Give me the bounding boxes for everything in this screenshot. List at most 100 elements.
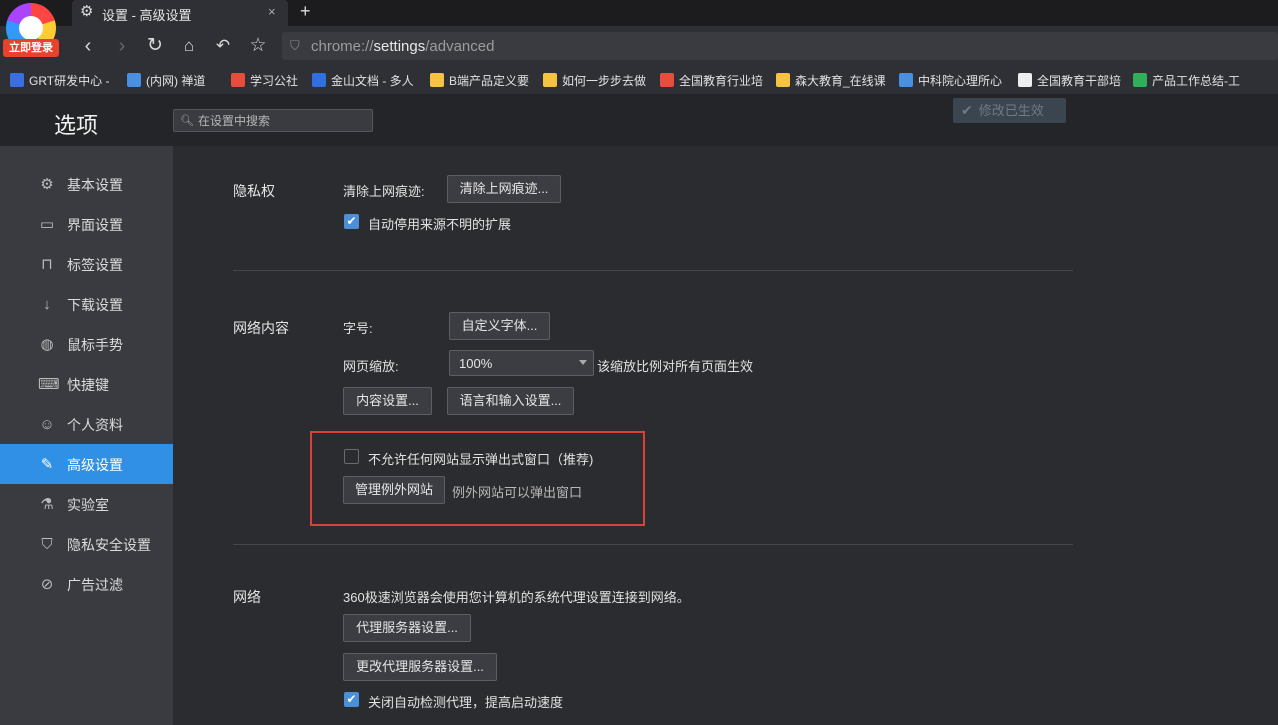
shield-icon: ⛉: [41, 536, 53, 553]
settings-header: 选项 🔍︎ ✔ 修改已生效: [0, 94, 1278, 146]
page-zoom-hint: 该缩放比例对所有页面生效: [597, 359, 754, 374]
bookmark-label: 金山文档 - 多人: [331, 74, 414, 88]
bookmark-favicon-icon: [312, 73, 326, 87]
bookmark-favicon-icon: [899, 73, 913, 87]
change-proxy-settings-button[interactable]: 更改代理服务器设置...: [343, 653, 497, 681]
bookmark-item[interactable]: 全国教育行业培: [660, 72, 768, 88]
page-title: 选项: [54, 113, 99, 138]
page-zoom-value: 100%: [459, 356, 493, 371]
bookmark-favicon-icon: [543, 73, 557, 87]
favorite-star-icon[interactable]: ☆: [246, 34, 270, 58]
sidebar-item-label: 基本设置: [67, 177, 123, 193]
bookmarks-bar: GRT研发中心 - (内网) 禅道 学习公社 金山文档 - 多人 B端产品定义要 如何一步…: [0, 66, 1278, 94]
bookmark-favicon-icon: [1133, 73, 1147, 87]
divider: [233, 544, 1073, 545]
new-tab-button[interactable]: +: [300, 1, 311, 22]
bookmark-item[interactable]: (内网) 禅道: [127, 72, 222, 88]
bookmark-label: 产品工作总结-工: [1152, 74, 1240, 88]
forward-icon[interactable]: ›: [110, 34, 134, 58]
security-shield-icon: ⛉: [290, 38, 300, 53]
undo-close-icon[interactable]: ↶: [211, 34, 235, 58]
bookmark-favicon-icon: [10, 73, 24, 87]
manage-exceptions-button[interactable]: 管理例外网站: [343, 476, 445, 504]
bookmark-item[interactable]: 产品工作总结-工: [1133, 72, 1243, 88]
wrench-icon: ✎: [40, 456, 54, 473]
home-icon[interactable]: ⌂: [177, 34, 201, 58]
bookmark-label: B端产品定义要: [449, 74, 530, 88]
block-icon: ⊘: [40, 576, 54, 593]
bookmark-favicon-icon: [660, 73, 674, 87]
sidebar-item[interactable]: ⚗ 实验室: [0, 484, 173, 524]
sidebar-item-label: 下载设置: [67, 297, 123, 313]
clear-history-button[interactable]: 清除上网痕迹...: [447, 175, 561, 203]
sidebar-item[interactable]: ⚙ 基本设置: [0, 164, 173, 204]
bookmark-item[interactable]: 如何一步步去做: [543, 72, 651, 88]
web-content-section-title: 网络内容: [233, 320, 289, 336]
divider: [233, 270, 1073, 271]
sidebar-item[interactable]: ↓ 下载设置: [0, 284, 173, 324]
bookmark-favicon-icon: [231, 73, 245, 87]
flask-icon: ⚗: [40, 496, 54, 513]
disable-auto-detect-proxy-checkbox[interactable]: ✔: [344, 692, 359, 707]
sidebar-item-label: 标签设置: [67, 257, 123, 273]
window-icon: ▭: [39, 216, 55, 233]
block-popups-checkbox[interactable]: [344, 449, 359, 464]
bookmark-item[interactable]: 学习公社: [231, 72, 305, 88]
bookmark-item[interactable]: 全国教育干部培: [1018, 72, 1124, 88]
search-input[interactable]: [198, 112, 368, 129]
sidebar-item[interactable]: ⊘ 广告过滤: [0, 564, 173, 604]
block-popups-label: 不允许任何网站显示弹出式窗口（推荐): [368, 452, 594, 467]
bookmark-item[interactable]: GRT研发中心 -: [10, 72, 120, 88]
settings-search[interactable]: 🔍︎: [173, 109, 373, 132]
bookmark-item[interactable]: 金山文档 - 多人: [312, 72, 422, 88]
sidebar-item[interactable]: ◍ 鼠标手势: [0, 324, 173, 364]
tab-title: 设置 - 高级设置: [102, 8, 192, 23]
auto-disable-extensions-checkbox[interactable]: ✔: [344, 214, 359, 229]
tab-close-button[interactable]: ×: [268, 4, 276, 19]
clear-history-label: 清除上网痕迹:: [343, 184, 425, 199]
sidebar-item[interactable]: ⌨ 快捷键: [0, 364, 173, 404]
font-size-label: 字号:: [343, 321, 373, 336]
bookmark-item[interactable]: 森大教育_在线课: [776, 72, 888, 88]
gear-icon: ⚙: [80, 3, 94, 20]
privacy-section-title: 隐私权: [233, 183, 275, 199]
login-badge[interactable]: 立即登录: [3, 39, 59, 57]
tab-bar: ⚙ 设置 - 高级设置 × +: [0, 0, 1278, 26]
address-bar[interactable]: ⛉ chrome://settings/advanced: [282, 32, 1278, 60]
network-description: 360极速浏览器会使用您计算机的系统代理设置连接到网络。: [343, 590, 690, 605]
sidebar-item[interactable]: ☺ 个人资料: [0, 404, 173, 444]
sidebar-item-label: 高级设置: [67, 457, 123, 473]
bookmark-label: GRT研发中心 -: [29, 74, 110, 88]
bookmark-item[interactable]: B端产品定义要: [430, 72, 535, 88]
reload-icon[interactable]: ↻: [143, 34, 167, 58]
disable-auto-detect-proxy-label: 关闭自动检测代理，提高启动速度: [368, 695, 564, 710]
page-zoom-label: 网页缩放:: [343, 359, 399, 374]
sidebar-item-label: 广告过滤: [67, 577, 123, 593]
bookmark-label: 中科院心理所心: [918, 74, 1003, 88]
custom-font-button[interactable]: 自定义字体...: [449, 312, 550, 340]
changes-applied-button: ✔ 修改已生效: [953, 98, 1066, 123]
back-icon[interactable]: ‹: [76, 34, 100, 58]
page-zoom-select[interactable]: 100%: [449, 350, 594, 376]
sidebar-item[interactable]: ⊓ 标签设置: [0, 244, 173, 284]
proxy-settings-button[interactable]: 代理服务器设置...: [343, 614, 471, 642]
bookmark-label: 全国教育干部培: [1037, 74, 1122, 88]
bookmark-item[interactable]: 中科院心理所心: [899, 72, 1009, 88]
bookmark-favicon-icon: [1018, 73, 1032, 87]
settings-main: 隐私权 清除上网痕迹: 清除上网痕迹... ✔ 自动停用来源不明的扩展 网络内容…: [173, 146, 1278, 725]
sidebar: ⚙ 基本设置 ▭ 界面设置 ⊓ 标签设置 ↓ 下载设置 ◍ 鼠标手势 ⌨ 快捷键 ☺ 个人资料 ✎ 高级设置 ⚗…: [0, 146, 173, 725]
keyboard-icon: ⌨: [38, 376, 60, 393]
content-settings-button[interactable]: 内容设置...: [343, 387, 432, 415]
sidebar-item[interactable]: ⛉ 隐私安全设置: [0, 524, 173, 564]
circle-gear-icon: ⚙: [40, 176, 54, 193]
chevron-down-icon: [579, 360, 587, 365]
language-input-button[interactable]: 语言和输入设置...: [447, 387, 574, 415]
bookmark-favicon-icon: [776, 73, 790, 87]
bookmark-label: 全国教育行业培: [679, 74, 764, 88]
bookmark-label: 森大教育_在线课: [795, 74, 886, 88]
address-url: chrome://settings/advanced: [311, 38, 495, 55]
sidebar-item[interactable]: ✎ 高级设置: [0, 444, 173, 484]
sidebar-item[interactable]: ▭ 界面设置: [0, 204, 173, 244]
tab-settings[interactable]: ⚙ 设置 - 高级设置 ×: [72, 0, 288, 26]
sidebar-item-label: 实验室: [67, 497, 109, 513]
